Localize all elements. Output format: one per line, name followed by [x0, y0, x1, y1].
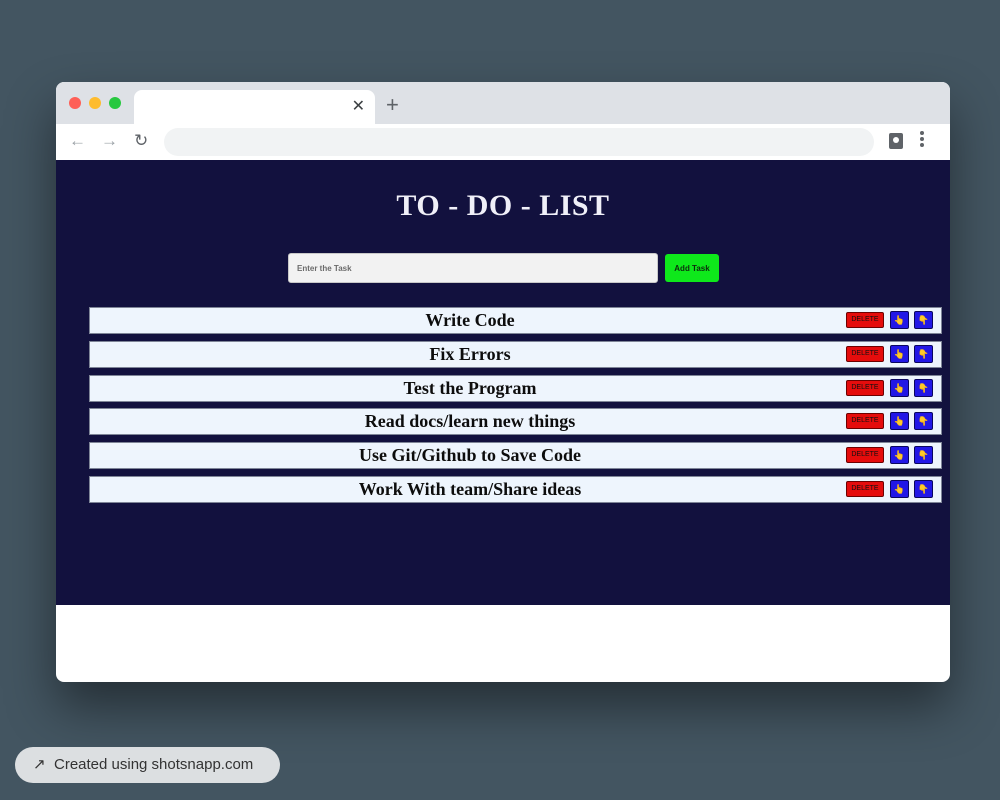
- hand-up-icon[interactable]: 👆: [890, 446, 909, 465]
- hand-down-icon[interactable]: 👇: [914, 446, 933, 465]
- new-tab-icon[interactable]: +: [386, 94, 399, 116]
- back-arrow-icon[interactable]: ←: [69, 130, 86, 152]
- shotsnapp-badge[interactable]: ↗ Created using shotsnapp.com: [15, 747, 280, 783]
- task-list: Write Code DELETE 👆 👇 Fix Errors DELETE …: [89, 307, 942, 510]
- browser-tab[interactable]: ✕: [134, 90, 375, 124]
- hand-up-icon[interactable]: 👆: [890, 412, 909, 431]
- hand-up-icon[interactable]: 👆: [890, 479, 909, 498]
- browser-window: ✕ + ← → ↻ TO - DO - LIST Add Task Write …: [56, 82, 950, 682]
- delete-button[interactable]: DELETE: [846, 480, 884, 497]
- task-row: Use Git/Github to Save Code DELETE 👆 👇: [89, 442, 942, 470]
- task-text: Fix Errors: [429, 343, 511, 364]
- delete-button[interactable]: DELETE: [846, 312, 884, 328]
- minimize-window-button[interactable]: [89, 97, 101, 109]
- delete-button[interactable]: DELETE: [846, 379, 884, 396]
- task-text: Test the Program: [403, 377, 537, 398]
- hand-down-icon[interactable]: 👇: [914, 344, 933, 363]
- task-row: Write Code DELETE 👆 👇: [89, 307, 942, 334]
- page-viewport: TO - DO - LIST Add Task Write Code DELET…: [56, 160, 950, 605]
- task-row: Fix Errors DELETE 👆 👇: [89, 340, 942, 368]
- forward-arrow-icon[interactable]: →: [101, 130, 118, 152]
- task-input[interactable]: [288, 253, 658, 283]
- hand-down-icon[interactable]: 👇: [914, 479, 933, 498]
- task-text: Work With team/Share ideas: [358, 478, 582, 499]
- task-text: Use Git/Github to Save Code: [358, 445, 581, 466]
- hand-up-icon[interactable]: 👆: [890, 311, 909, 329]
- task-row: Test the Program DELETE 👆 👇: [89, 374, 942, 402]
- task-text: Read docs/learn new things: [364, 411, 576, 432]
- delete-button[interactable]: DELETE: [846, 413, 884, 430]
- hand-up-icon[interactable]: 👆: [890, 344, 909, 363]
- task-row: Work With team/Share ideas DELETE 👆 👇: [89, 475, 942, 503]
- add-task-button[interactable]: Add Task: [665, 254, 719, 282]
- address-bar[interactable]: [164, 128, 874, 156]
- badge-text: Created using shotsnapp.com: [54, 756, 254, 773]
- hand-down-icon[interactable]: 👇: [914, 412, 933, 431]
- tab-bar: ✕ +: [56, 82, 950, 124]
- task-row: Read docs/learn new things DELETE 👆 👇: [89, 408, 942, 436]
- hand-down-icon[interactable]: 👇: [914, 311, 933, 329]
- more-menu-icon[interactable]: [920, 131, 924, 149]
- delete-button[interactable]: DELETE: [846, 447, 884, 464]
- close-window-button[interactable]: [69, 97, 81, 109]
- task-text: Write Code: [425, 310, 515, 330]
- external-link-icon: ↗: [33, 756, 46, 773]
- close-icon[interactable]: ✕: [352, 97, 365, 117]
- hand-down-icon[interactable]: 👇: [914, 378, 933, 397]
- delete-button[interactable]: DELETE: [846, 345, 884, 362]
- reload-icon[interactable]: ↻: [134, 130, 148, 152]
- clipboard-account-icon[interactable]: [889, 133, 903, 149]
- maximize-window-button[interactable]: [109, 97, 121, 109]
- browser-toolbar: ← → ↻: [56, 124, 950, 160]
- page-title: TO - DO - LIST: [396, 189, 610, 222]
- hand-up-icon[interactable]: 👆: [890, 378, 909, 397]
